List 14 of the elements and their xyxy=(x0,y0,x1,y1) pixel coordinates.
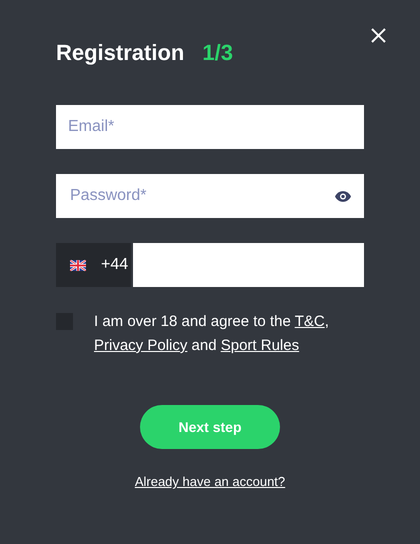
phone-field[interactable] xyxy=(133,243,364,287)
eye-icon[interactable] xyxy=(335,191,351,202)
login-link[interactable]: Already have an account? xyxy=(134,472,286,492)
password-field[interactable]: Password* xyxy=(56,174,364,218)
step-counter: 1/3 xyxy=(202,39,233,67)
terms-link[interactable]: Privacy Policy xyxy=(94,337,188,354)
consent-text: I am over 18 and agree to the T&C, Privacy Policy and Sport Rules xyxy=(94,312,330,356)
terms-link[interactable]: T&C xyxy=(294,313,325,330)
dialog-title: Registration xyxy=(56,39,184,67)
email-field[interactable]: Email* xyxy=(56,105,364,149)
close-icon[interactable] xyxy=(371,28,386,43)
terms-link[interactable]: Sport Rules xyxy=(220,337,300,354)
country-code-selector[interactable]: +44 xyxy=(56,243,131,287)
uk-flag-icon xyxy=(70,260,86,270)
